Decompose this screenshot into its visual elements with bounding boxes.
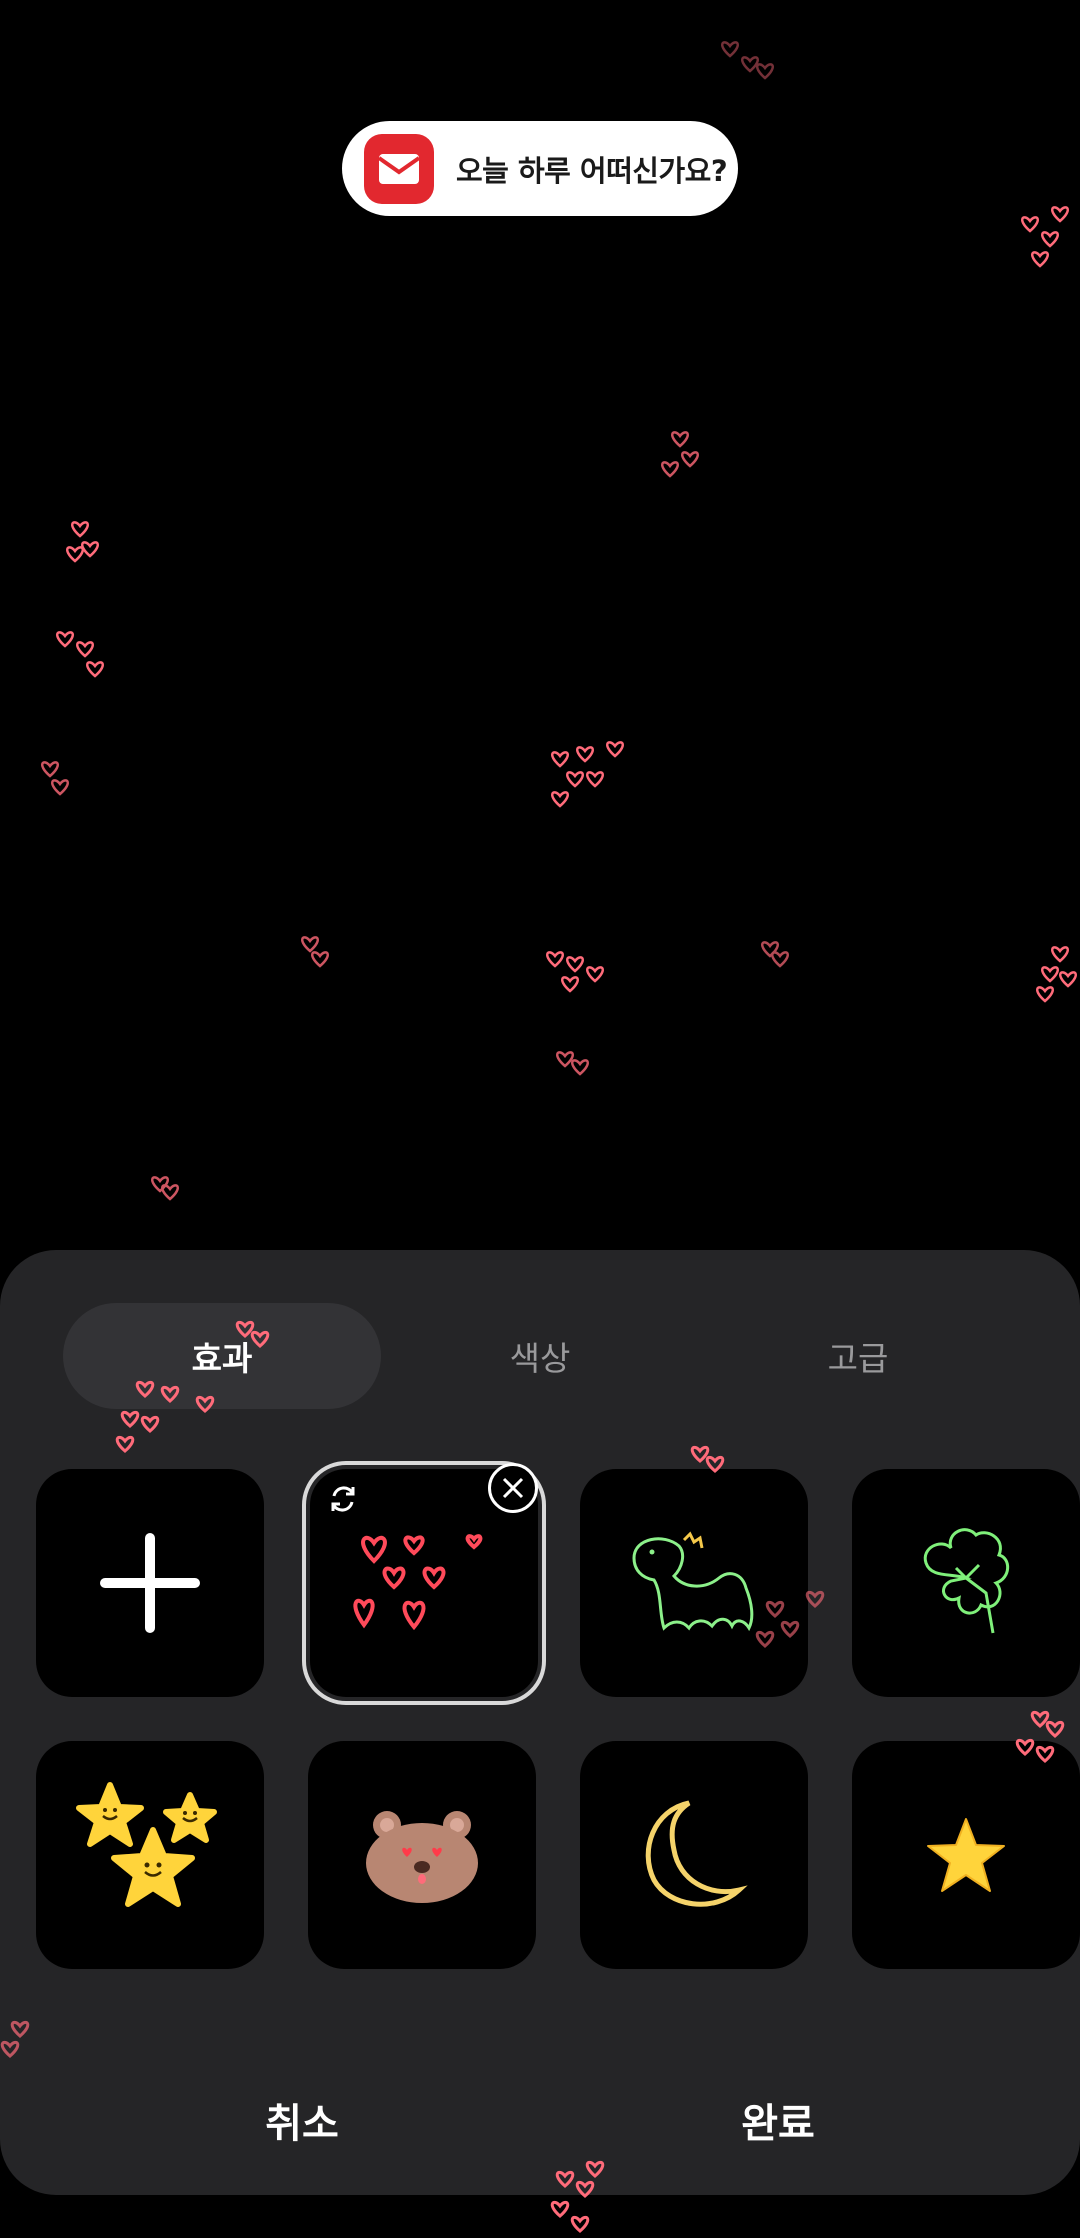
effect-tile-moon[interactable] xyxy=(580,1741,808,1969)
hearts-icon xyxy=(353,1534,483,1631)
done-button[interactable]: 완료 xyxy=(628,2080,928,2160)
effect-tile-dinosaur[interactable] xyxy=(580,1469,808,1697)
email-icon xyxy=(364,133,434,204)
dinosaur-icon xyxy=(632,1531,754,1632)
add-effect-button[interactable] xyxy=(36,1469,264,1697)
effect-tile-stars[interactable] xyxy=(36,1741,264,1969)
tab-color[interactable]: 색상 xyxy=(381,1303,699,1409)
effect-tile-bear[interactable] xyxy=(308,1741,536,1969)
tab-bar: 효과 색상 고급 xyxy=(63,1303,1017,1409)
effects-bottom-sheet: 효과 색상 고급 취소 완료 xyxy=(0,1250,1080,2195)
plus-icon xyxy=(100,1533,200,1633)
toast-message: 오늘 하루 어떠신가요? xyxy=(456,153,728,188)
effect-tile-clover[interactable] xyxy=(852,1469,1080,1697)
notification-toast: 오늘 하루 어떠신가요? xyxy=(342,121,738,216)
bear-icon xyxy=(366,1811,478,1903)
clover-icon xyxy=(923,1528,1010,1634)
smiling-stars-icon xyxy=(76,1782,217,1907)
remove-effect-button[interactable] xyxy=(488,1463,538,1513)
refresh-icon[interactable] xyxy=(326,1482,360,1520)
effect-tile-star[interactable] xyxy=(852,1741,1080,1969)
cancel-button[interactable]: 취소 xyxy=(152,2080,452,2160)
star-icon xyxy=(927,1818,1005,1892)
close-icon xyxy=(502,1477,524,1499)
tab-effects[interactable]: 효과 xyxy=(63,1303,381,1409)
moon-icon xyxy=(645,1800,748,1907)
tab-advanced[interactable]: 고급 xyxy=(699,1303,1017,1409)
